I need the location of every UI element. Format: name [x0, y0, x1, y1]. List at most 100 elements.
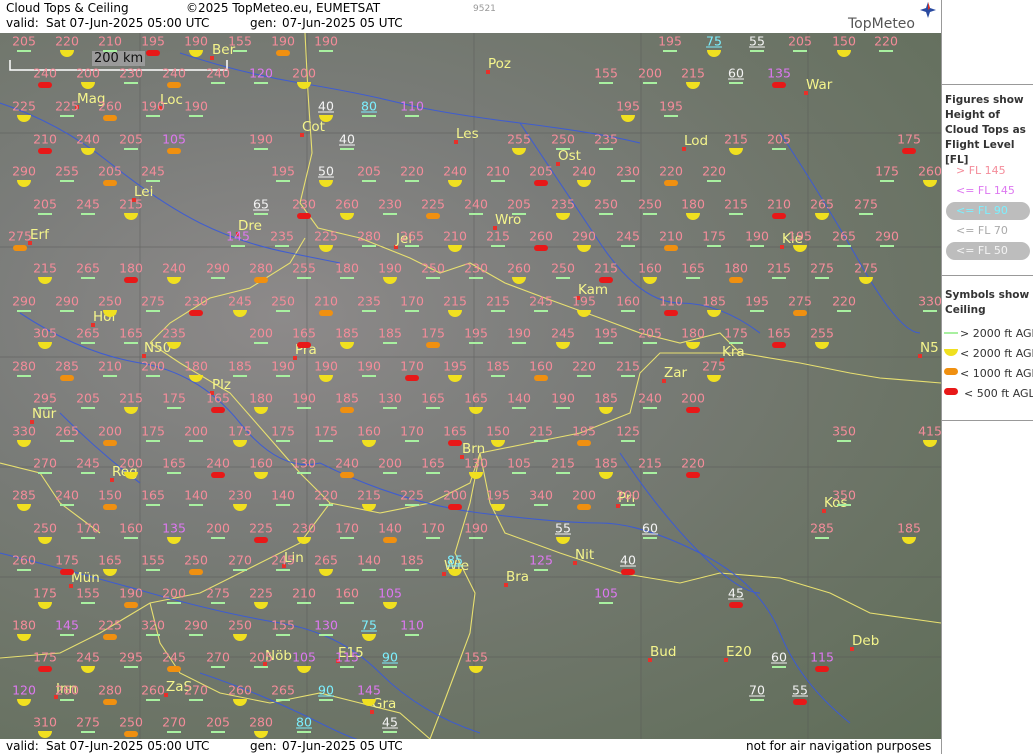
- cloud-top-value: 275: [141, 293, 165, 309]
- cloud-top-value: 200: [378, 455, 402, 471]
- ceiling-symbol: [38, 213, 52, 215]
- cloud-top-value: 145: [357, 682, 381, 698]
- cloud-top-value: 240: [162, 260, 186, 276]
- cloud-top-value: 180: [724, 260, 748, 276]
- cloud-top-value: 250: [638, 196, 662, 212]
- ceiling-symbol: [60, 180, 74, 182]
- ceiling-symbol: [815, 277, 829, 279]
- city-label: Ost: [558, 148, 581, 164]
- cloud-top-value: 155: [76, 585, 100, 601]
- cloud-top-value: 190: [314, 33, 338, 49]
- ceiling-symbol: [167, 472, 181, 474]
- cloud-top-value: 330: [918, 293, 941, 309]
- cloud-top-value: 185: [335, 325, 359, 341]
- cloud-top-value: 290: [184, 617, 208, 633]
- ceiling-symbol: [340, 666, 354, 668]
- cloud-top-value: 290: [12, 163, 36, 179]
- cloud-top-value: 265: [76, 325, 100, 341]
- ceiling-symbol: [426, 472, 440, 474]
- ceiling-symbol: [729, 342, 743, 344]
- satellite-map[interactable]: 200 km Ber Poz War Mag Loc Cot Les Ost Lod Lei Dre…: [0, 33, 941, 739]
- ceiling-symbol: [211, 277, 225, 279]
- ceiling-symbol: [254, 148, 268, 150]
- ceiling-symbol: [297, 213, 311, 219]
- gen-label: gen:: [250, 16, 277, 30]
- cloud-top-value: 225: [400, 487, 424, 503]
- cloud-top-value: 245: [551, 325, 575, 341]
- cloud-top-value: 245: [76, 455, 100, 471]
- ceiling-symbol: [60, 440, 74, 442]
- ceiling-symbol: [512, 472, 526, 474]
- cloud-top-value: 255: [292, 260, 316, 276]
- ceiling-symbol: [534, 375, 548, 381]
- cloud-top-value: 270: [228, 552, 252, 568]
- cloud-top-value: 215: [638, 455, 662, 471]
- cloud-top-value: 55: [792, 682, 808, 698]
- ceiling-symbol: [276, 699, 290, 701]
- cloud-top-value: 60: [642, 520, 658, 536]
- ceiling-symbol: [599, 277, 613, 283]
- ceiling-symbol: [534, 180, 548, 186]
- cloud-top-value: 170: [421, 520, 445, 536]
- cloud-top-value: 155: [141, 552, 165, 568]
- cloud-top-value: 200: [206, 520, 230, 536]
- cloud-top-value: 140: [507, 390, 531, 406]
- ceiling-symbol: [383, 666, 397, 668]
- ceiling-symbol: [599, 82, 613, 84]
- cloud-top-value: 295: [119, 649, 143, 665]
- legend-figures-title: Figures show Height of Cloud Tops as Fli…: [945, 94, 1026, 166]
- cloud-top-value: 200: [249, 325, 273, 341]
- ceiling-symbol: [81, 342, 95, 344]
- map-title: Cloud Tops & Ceiling: [6, 1, 129, 15]
- cloud-top-value: 170: [400, 358, 424, 374]
- cloud-top-value: 190: [249, 131, 273, 147]
- ceiling-symbol: [405, 180, 419, 182]
- ceiling-symbol: [643, 213, 657, 215]
- cloud-top-value: 260: [141, 682, 165, 698]
- cloud-top-value: 230: [228, 487, 252, 503]
- ceiling-symbol: [17, 50, 31, 52]
- cloud-top-value: 115: [810, 649, 834, 665]
- cloud-top-value: 205: [119, 131, 143, 147]
- cloud-top-value: 170: [335, 520, 359, 536]
- cloud-top-value: 250: [551, 260, 575, 276]
- ceiling-symbol: [167, 666, 181, 672]
- cloud-top-value: 245: [162, 649, 186, 665]
- ceiling-symbol: [621, 245, 635, 247]
- ceiling-symbol: [621, 180, 635, 182]
- ceiling-symbol: [426, 537, 440, 539]
- cloud-top-value: 230: [184, 293, 208, 309]
- cloud-top-value: 200: [292, 65, 316, 81]
- cloud-top-value: 160: [357, 423, 381, 439]
- ceiling-symbol: [599, 213, 613, 215]
- cloud-top-value: 160: [119, 520, 143, 536]
- cloud-top-value: 175: [702, 228, 726, 244]
- cloud-top-value: 120: [249, 65, 273, 81]
- cloud-top-value: 175: [314, 423, 338, 439]
- ceiling-symbol: [426, 407, 440, 409]
- cloud-top-value: 220: [572, 358, 596, 374]
- cloud-top-value: 275: [702, 358, 726, 374]
- ceiling-symbol: [124, 342, 138, 344]
- cloud-top-value: 230: [378, 196, 402, 212]
- cloud-top-value: 255: [55, 163, 79, 179]
- ceiling-symbol: [38, 407, 52, 409]
- footer-valid-time: Sat 07-Jun-2025 05:00 UTC: [46, 739, 210, 753]
- cloud-top-value: 265: [55, 423, 79, 439]
- cloud-top-value: 165: [141, 487, 165, 503]
- cloud-top-value: 155: [228, 33, 252, 49]
- ceiling-symbol: [60, 375, 74, 381]
- cloud-top-value: 225: [249, 585, 273, 601]
- ceiling-symbol: [729, 277, 743, 283]
- ceiling-symbol: [276, 310, 290, 312]
- ceiling-symbol: [124, 731, 138, 737]
- cloud-top-value: 240: [572, 163, 596, 179]
- ceiling-symbol: [707, 180, 721, 182]
- cloud-top-value: 245: [76, 649, 100, 665]
- ceiling-symbol: [340, 602, 354, 604]
- cloud-top-value: 265: [314, 552, 338, 568]
- cloud-top-value: 330: [12, 423, 36, 439]
- cloud-top-value: 200: [141, 358, 165, 374]
- city-label: Erf: [30, 227, 49, 243]
- ceiling-symbol: [319, 50, 333, 52]
